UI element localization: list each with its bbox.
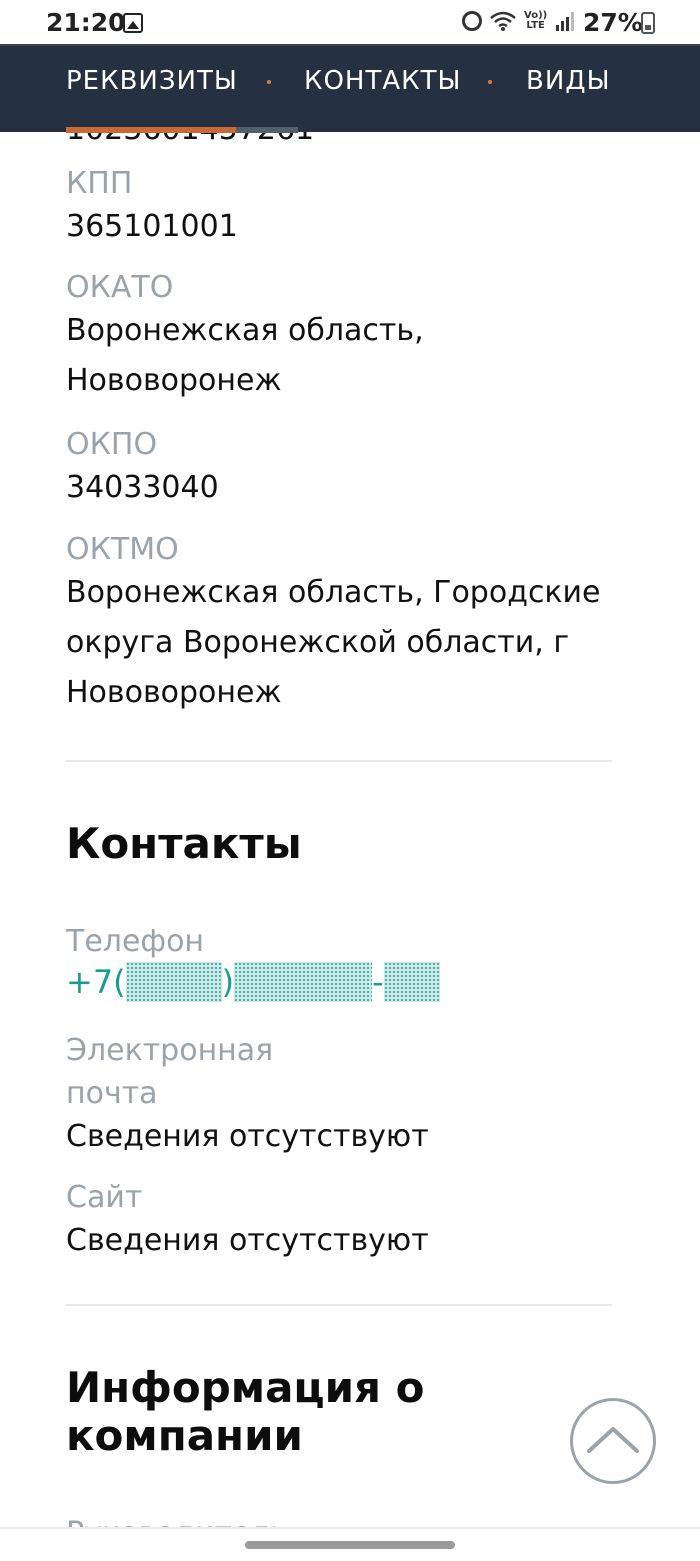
nav-separator-dot [267,80,271,84]
phone-field: Телефон +7( ) - [66,924,612,1004]
phone-label: Телефон [66,924,205,959]
okpo-value: 34033040 [66,470,219,505]
email-label-line2: почта [66,1076,158,1111]
status-bar: 21:20 Vo)) LTE 27% [0,0,700,44]
okato-value-line1: Воронежская область, [66,313,424,348]
kpp-field: КПП 365101001 [66,166,612,252]
okato-value-line2: Нововоронеж [66,363,282,398]
tab-contacts[interactable]: КОНТАКТЫ [304,66,461,96]
email-label-line1: Электронная [66,1033,274,1068]
volte-lte-icon: Vo)) LTE [524,11,547,31]
section-divider [66,1304,612,1306]
site-value: Сведения отсутствуют [66,1223,429,1258]
oktmo-value-line2: округа Воронежской области, г [66,625,570,660]
lte-label: LTE [526,20,545,31]
signal-icon [555,11,575,31]
section-nav: РЕКВИЗИТЫ КОНТАКТЫ ВИДЫ [0,44,700,133]
phone-suffix-masked [383,962,440,1002]
alarm-icon [462,11,482,31]
site-label: Сайт [66,1180,143,1215]
phone-prefix: +7( [66,963,126,1001]
company-info-heading: Информация о компании [66,1364,424,1460]
nav-separator-dot [488,80,492,84]
contacts-heading: Контакты [66,819,302,868]
oktmo-field: ОКТМО Воронежская область, Городские окр… [66,532,612,718]
gallery-notification-icon [123,13,143,33]
director-label-clipped: Руководитель [66,1516,287,1527]
wifi-icon [490,11,516,31]
status-time: 21:20 [46,8,126,37]
site-field: Сайт Сведения отсутствуют [66,1180,612,1266]
okpo-label: ОКПО [66,427,158,462]
phone-area-code-masked [125,962,222,1002]
oktmo-label: ОКТМО [66,532,179,567]
okato-field: ОКАТО Воронежская область, Нововоронеж [66,270,612,406]
status-icons: Vo)) LTE [462,11,575,31]
phone-link[interactable]: +7( ) - [66,960,612,1004]
section-divider [66,760,612,762]
tab-types[interactable]: ВИДЫ [526,66,611,96]
scroll-to-top-button[interactable] [570,1398,656,1484]
chevron-up-icon [587,1427,639,1453]
oktmo-value-line1: Воронежская область, Городские [66,575,601,610]
gesture-handle[interactable] [245,1541,455,1549]
nav-active-indicator [66,127,236,133]
email-value: Сведения отсутствуют [66,1119,429,1154]
phone-close-paren: ) [221,963,235,1001]
battery-icon [641,12,655,34]
company-info-heading-line1: Информация о [66,1363,425,1412]
oktmo-value-line3: Нововоронеж [66,675,282,710]
phone-dash: - [372,963,384,1001]
nav-bar-divider [0,1527,700,1529]
kpp-label: КПП [66,166,133,201]
okato-label: ОКАТО [66,270,174,305]
battery-percent: 27% [583,8,643,37]
okpo-field: ОКПО 34033040 [66,427,612,513]
email-field: Электронная почта Сведения отсутствуют [66,1033,612,1162]
kpp-value: 365101001 [66,209,238,244]
phone-number-masked [234,962,373,1002]
tab-requisites[interactable]: РЕКВИЗИТЫ [66,66,238,96]
company-info-heading-line2: компании [66,1411,303,1460]
